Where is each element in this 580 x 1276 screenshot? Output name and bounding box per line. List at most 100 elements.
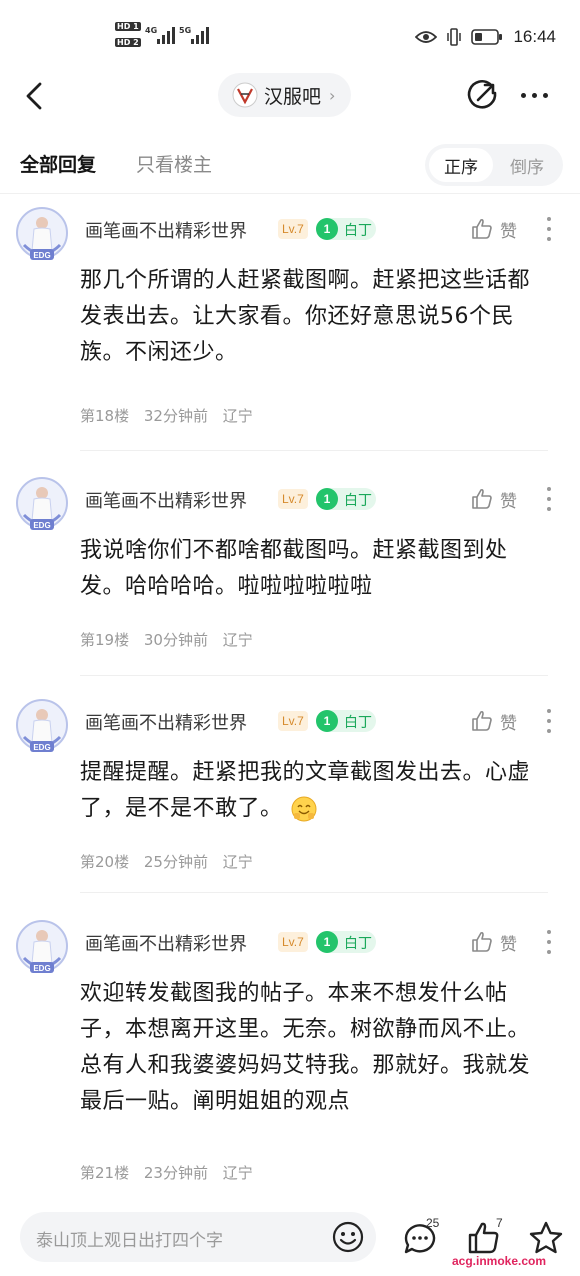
member-badge: 1 白丁 <box>316 488 376 510</box>
reply-meta: 第18楼 32分钟前 辽宁 <box>80 405 263 426</box>
floor-number: 第20楼 <box>80 853 130 871</box>
floor-number: 第18楼 <box>80 407 130 425</box>
username[interactable]: 画笔画不出精彩世界 <box>85 930 247 956</box>
reply-location: 辽宁 <box>222 853 253 871</box>
eye-icon <box>415 31 438 43</box>
signal-bars-icon-2 <box>191 26 209 44</box>
vibrate-icon <box>447 28 462 46</box>
back-button[interactable] <box>18 78 54 114</box>
more-options-button[interactable] <box>514 80 554 110</box>
reply-placeholder: 泰山顶上观日出打四个字 <box>36 1231 223 1251</box>
level-badge: Lv.7 <box>278 932 308 952</box>
reply-content: 欢迎转发截图我的帖子。本来不想发什么帖子，本想离开这里。无奈。树欲静而风不止。总… <box>80 976 548 1120</box>
username[interactable]: 画笔画不出精彩世界 <box>85 217 247 243</box>
dot-icon <box>547 950 551 954</box>
thumbs-up-icon <box>472 931 492 952</box>
dot-icon <box>547 217 551 221</box>
like-button[interactable]: 赞 <box>470 215 517 243</box>
dot-icon <box>547 719 551 723</box>
dot-icon <box>547 487 551 491</box>
like-label: 赞 <box>500 221 517 242</box>
battery-icon <box>471 29 503 45</box>
dot-icon <box>547 709 551 713</box>
avatar[interactable]: EDG <box>14 918 70 978</box>
reply-location: 辽宁 <box>222 631 253 649</box>
signal-indicators: HD 1 HD 2 4G 5G <box>115 22 215 52</box>
level-badge: Lv.7 <box>278 711 308 731</box>
network-4g-label: 4G <box>145 26 158 35</box>
gem-icon: 1 <box>316 931 338 953</box>
reply-text: 我说啥你们不都啥都截图吗。赶紧截图到处发。哈哈哈哈。啦啦啦啦啦啦 <box>80 538 508 599</box>
sort-descending-button[interactable]: 倒序 <box>495 148 559 182</box>
reply-meta: 第21楼 23分钟前 辽宁 <box>80 1162 263 1183</box>
dot-icon <box>542 92 548 98</box>
member-badge-label: 白丁 <box>344 493 372 509</box>
avatar-image: EDG <box>16 477 68 530</box>
like-button[interactable]: 赞 <box>470 485 517 513</box>
star-icon[interactable] <box>528 1220 564 1256</box>
reply-location: 辽宁 <box>222 407 253 425</box>
dot-icon <box>547 227 551 231</box>
clock: 16:44 <box>513 27 556 46</box>
post-more-button[interactable] <box>544 930 554 954</box>
emoji-icon[interactable] <box>332 1221 364 1253</box>
like-button[interactable]: 赞 <box>470 707 517 735</box>
avatar[interactable]: EDG <box>14 205 70 265</box>
level-badge: Lv.7 <box>278 489 308 509</box>
thumbs-up-icon <box>472 710 492 731</box>
reply-time: 25分钟前 <box>143 853 208 871</box>
thumbs-up-icon <box>472 488 492 509</box>
divider <box>80 450 548 451</box>
like-button[interactable]: 赞 <box>470 928 517 956</box>
reply-location: 辽宁 <box>222 1164 253 1182</box>
reply-content: 我说啥你们不都啥都截图吗。赶紧截图到处发。哈哈哈哈。啦啦啦啦啦啦 <box>80 533 548 605</box>
sort-toggle: 正序 倒序 <box>425 144 563 186</box>
member-badge: 1 白丁 <box>316 710 376 732</box>
dot-icon <box>547 940 551 944</box>
member-badge-label: 白丁 <box>344 223 372 239</box>
dot-icon <box>520 92 526 98</box>
reply-time: 30分钟前 <box>143 631 208 649</box>
username[interactable]: 画笔画不出精彩世界 <box>85 487 247 513</box>
forum-link[interactable]: 汉服吧 › <box>218 73 352 117</box>
username[interactable]: 画笔画不出精彩世界 <box>85 709 247 735</box>
post-more-button[interactable] <box>544 217 554 241</box>
sim2-hd-label: HD 2 <box>115 38 141 47</box>
dot-icon <box>547 507 551 511</box>
floor-number: 第21楼 <box>80 1164 130 1182</box>
member-badge: 1 白丁 <box>316 931 376 953</box>
post-more-button[interactable] <box>544 487 554 511</box>
reply-meta: 第20楼 25分钟前 辽宁 <box>80 851 263 872</box>
network-5g-label: 5G <box>179 26 192 35</box>
status-bar: HD 1 HD 2 4G 5G 16:44 <box>0 0 580 70</box>
share-button[interactable] <box>464 78 500 114</box>
forum-name: 汉服吧 <box>264 85 322 108</box>
chevron-left-icon <box>26 82 42 110</box>
avatar[interactable]: EDG <box>14 697 70 757</box>
tab-op-only[interactable]: 只看楼主 <box>136 150 212 177</box>
svg-text:EDG: EDG <box>33 521 50 530</box>
avatar-image: EDG <box>16 699 68 752</box>
member-badge-label: 白丁 <box>344 936 372 952</box>
reply-time: 23分钟前 <box>143 1164 208 1182</box>
reply-filter-bar: 全部回复 只看楼主 正序 倒序 <box>0 138 580 194</box>
thumbs-up-icon <box>472 218 492 239</box>
like-label: 赞 <box>500 491 517 512</box>
svg-text:EDG: EDG <box>33 251 50 260</box>
share-icon <box>467 80 497 109</box>
reply-text: 那几个所谓的人赶紧截图啊。赶紧把这些话都发表出去。让大家看。你还好意思说56个民… <box>80 268 531 365</box>
reply-input[interactable]: 泰山顶上观日出打四个字 <box>20 1212 376 1262</box>
tab-all-replies[interactable]: 全部回复 <box>20 150 96 177</box>
reply-content: 提醒提醒。赶紧把我的文章截图发出去。心虚了，是不是不敢了。 <box>80 755 548 827</box>
status-right: 16:44 <box>415 26 556 48</box>
divider <box>80 892 548 893</box>
svg-text:EDG: EDG <box>33 964 50 973</box>
post-more-button[interactable] <box>544 709 554 733</box>
signal-bars-icon <box>157 26 175 44</box>
reply-time: 32分钟前 <box>143 407 208 425</box>
reply-content: 那几个所谓的人赶紧截图啊。赶紧把这些话都发表出去。让大家看。你还好意思说56个民… <box>80 263 548 371</box>
sort-ascending-button[interactable]: 正序 <box>429 148 493 182</box>
avatar[interactable]: EDG <box>14 475 70 535</box>
dot-icon <box>547 497 551 501</box>
chevron-right-icon: › <box>329 85 336 105</box>
